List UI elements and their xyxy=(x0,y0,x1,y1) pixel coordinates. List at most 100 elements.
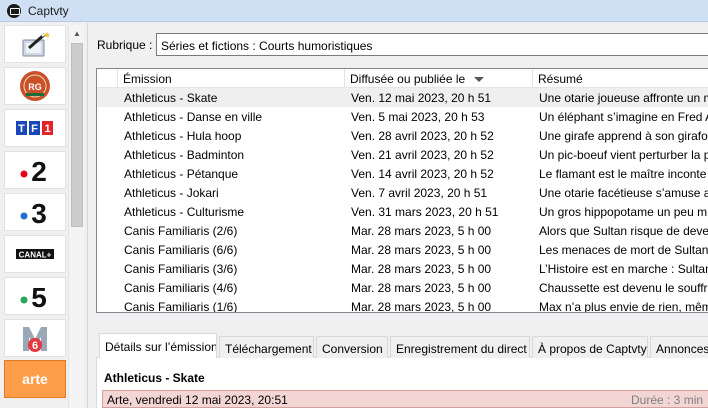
resume-cell: Une otarie joueuse affronte un m xyxy=(539,91,708,105)
table-row[interactable]: Canis Familiaris (4/6) Mar. 28 mars 2023,… xyxy=(97,278,708,297)
m6-logo-icon: 6 xyxy=(23,327,47,352)
tab-details[interactable]: Détails sur l’émission xyxy=(99,333,217,359)
tab-a-propos[interactable]: À propos de Captvty xyxy=(532,336,648,358)
channel-france-5[interactable]: 5 xyxy=(4,277,66,315)
broadcast-info-bar: Arte, vendredi 12 mai 2023, 20:51 Durée … xyxy=(102,390,708,408)
date-cell: Ven. 7 avril 2023, 20 h 51 xyxy=(351,186,488,200)
emission-cell: Athleticus - Hula hoop xyxy=(124,129,242,143)
scroll-up-icon[interactable]: ▲ xyxy=(69,25,85,41)
resume-cell: Un gros hippopotame un peu m xyxy=(539,205,708,219)
app-tv-icon xyxy=(7,4,21,18)
date-cell: Mar. 28 mars 2023, 5 h 00 xyxy=(351,262,492,276)
arte-logo-icon: arte xyxy=(22,371,48,387)
emission-cell: Canis Familiaris (4/6) xyxy=(124,281,238,295)
emission-cell: Canis Familiaris (1/6) xyxy=(124,300,238,313)
emission-cell: Athleticus - Badminton xyxy=(124,148,245,162)
table-row[interactable]: Athleticus - Jokari Ven. 7 avril 2023, 20… xyxy=(97,183,708,202)
emission-cell: Canis Familiaris (6/6) xyxy=(124,243,238,257)
tab-enregistrement[interactable]: Enregistrement du direct xyxy=(390,336,530,358)
svg-text:F: F xyxy=(31,123,38,135)
france-5-logo-icon: 5 xyxy=(20,282,47,311)
channel-france-2[interactable]: 2 xyxy=(4,151,66,189)
table-row[interactable]: Athleticus - Culturisme Ven. 31 mars 2023… xyxy=(97,202,708,221)
duration-label: Durée : 3 min xyxy=(631,393,704,407)
svg-text:CANAL+: CANAL+ xyxy=(19,251,52,260)
channel-sidebar: RG T F 1 2 3 CANAL+ 5 6 arte ▲ xyxy=(0,23,88,408)
table-row[interactable]: Athleticus - Skate Ven. 12 mai 2023, 20 h… xyxy=(97,88,708,107)
list-header: Émission Diffusée ou publiée le Résumé xyxy=(97,69,708,88)
tab-annonces[interactable]: Annonces xyxy=(650,336,708,358)
date-cell: Ven. 31 mars 2023, 20 h 51 xyxy=(351,205,499,219)
france-2-logo-icon: 2 xyxy=(20,156,47,185)
table-row[interactable]: Canis Familiaris (3/6) Mar. 28 mars 2023,… xyxy=(97,259,708,278)
emission-cell: Athleticus - Skate xyxy=(124,91,218,105)
table-row[interactable]: Athleticus - Danse en ville Ven. 5 mai 20… xyxy=(97,107,708,126)
emissions-list[interactable]: Émission Diffusée ou publiée le Résumé A… xyxy=(96,68,708,313)
date-cell: Ven. 5 mai 2023, 20 h 53 xyxy=(351,110,485,124)
date-cell: Mar. 28 mars 2023, 5 h 00 xyxy=(351,224,492,238)
resume-cell: Max n’a plus envie de rien, mêm xyxy=(539,300,708,313)
column-header-emission[interactable]: Émission xyxy=(118,69,345,88)
date-cell: Ven. 28 avril 2023, 20 h 52 xyxy=(351,129,494,143)
channel-m6[interactable]: 6 xyxy=(4,319,66,357)
date-cell: Mar. 28 mars 2023, 5 h 00 xyxy=(351,281,492,295)
resume-cell: Alors que Sultan risque de dever xyxy=(539,224,708,238)
magic-wand-icon xyxy=(22,32,50,57)
channel-canal-plus[interactable]: CANAL+ xyxy=(4,235,66,273)
column-header-resume[interactable]: Résumé xyxy=(533,69,708,88)
resume-cell: Une girafe apprend à son girafor xyxy=(539,129,708,143)
svg-text:T: T xyxy=(18,123,25,135)
channel-france-3[interactable]: 3 xyxy=(4,193,66,231)
details-panel: Athleticus - Skate Arte, vendredi 12 mai… xyxy=(96,358,708,408)
channel-tf1[interactable]: T F 1 xyxy=(4,109,66,147)
table-row[interactable]: Athleticus - Hula hoop Ven. 28 avril 2023… xyxy=(97,126,708,145)
rubrique-label: Rubrique : xyxy=(97,38,153,52)
svg-text:RG: RG xyxy=(28,82,42,92)
resume-cell: Un éléphant s’imagine en Fred A xyxy=(539,110,708,124)
resume-cell: L’Histoire est en marche : Sultan xyxy=(539,262,708,276)
sidebar-scrollbar[interactable]: ▲ xyxy=(68,25,84,408)
table-row[interactable]: Athleticus - Pétanque Ven. 14 avril 2023,… xyxy=(97,164,708,183)
emission-cell: Canis Familiaris (3/6) xyxy=(124,262,238,276)
scrollbar-thumb[interactable] xyxy=(71,43,83,227)
svg-text:5: 5 xyxy=(31,282,47,311)
roland-garros-logo-icon: RG xyxy=(20,71,50,101)
svg-text:arte: arte xyxy=(22,371,48,387)
channel-arte[interactable]: arte xyxy=(4,360,66,398)
date-cell: Ven. 12 mai 2023, 20 h 51 xyxy=(351,91,492,105)
emission-cell: Athleticus - Pétanque xyxy=(124,167,239,181)
sort-descending-icon xyxy=(474,77,485,83)
emission-cell: Athleticus - Danse en ville xyxy=(124,110,263,124)
emission-title: Athleticus - Skate xyxy=(104,371,205,385)
tf1-logo-icon: T F 1 xyxy=(16,121,53,135)
emission-cell: Athleticus - Jokari xyxy=(124,186,219,200)
svg-text:3: 3 xyxy=(31,198,47,227)
tab-telechargement[interactable]: Téléchargement xyxy=(219,336,314,358)
window-title: Captvty xyxy=(28,4,69,18)
svg-text:1: 1 xyxy=(44,123,50,135)
date-cell: Mar. 28 mars 2023, 5 h 00 xyxy=(351,243,492,257)
svg-text:6: 6 xyxy=(32,340,38,352)
date-cell: Ven. 14 avril 2023, 20 h 52 xyxy=(351,167,494,181)
header-spacer xyxy=(97,69,118,88)
france-3-logo-icon: 3 xyxy=(20,198,47,227)
resume-cell: Les menaces de mort de Sultan p xyxy=(539,243,708,257)
table-row[interactable]: Canis Familiaris (2/6) Mar. 28 mars 2023,… xyxy=(97,221,708,240)
channel-tools[interactable] xyxy=(4,25,66,63)
resume-cell: Une otarie facétieuse s’amuse av xyxy=(539,186,708,200)
resume-cell: Chaussette est devenu le souffre xyxy=(539,281,708,295)
table-row[interactable]: Athleticus - Badminton Ven. 21 avril 2023… xyxy=(97,145,708,164)
column-header-date[interactable]: Diffusée ou publiée le xyxy=(345,69,533,88)
date-cell: Ven. 21 avril 2023, 20 h 52 xyxy=(351,148,494,162)
table-row[interactable]: Canis Familiaris (1/6) Mar. 28 mars 2023,… xyxy=(97,297,708,313)
emission-cell: Canis Familiaris (2/6) xyxy=(124,224,238,238)
table-row[interactable]: Canis Familiaris (6/6) Mar. 28 mars 2023,… xyxy=(97,240,708,259)
resume-cell: Un pic-boeuf vient perturber la p xyxy=(539,148,708,162)
channel-roland-garros[interactable]: RG xyxy=(4,67,66,105)
title-bar: Captvty xyxy=(0,0,708,22)
tab-conversion[interactable]: Conversion xyxy=(316,336,388,358)
rubrique-select[interactable]: Séries et fictions : Courts humoristique… xyxy=(156,33,708,56)
resume-cell: Le flamant est le maître inconte xyxy=(539,167,707,181)
details-tabs: Détails sur l’émission Téléchargement Co… xyxy=(96,333,708,359)
emission-cell: Athleticus - Culturisme xyxy=(124,205,245,219)
